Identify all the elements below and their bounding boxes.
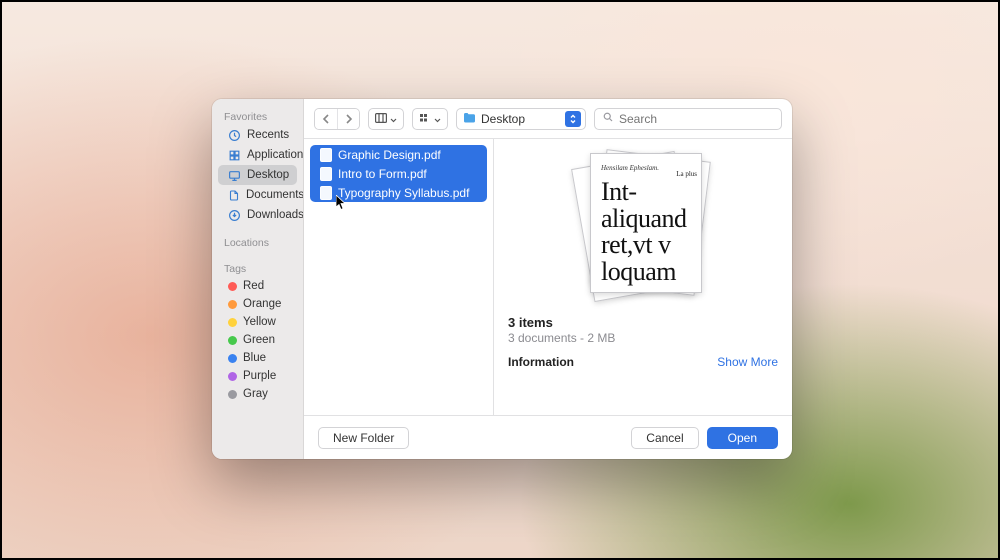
location-popup[interactable]: Desktop: [456, 108, 586, 130]
sidebar-item-downloads[interactable]: Downloads: [218, 205, 297, 225]
info-block: 3 items 3 documents - 2 MB Information S…: [508, 315, 778, 369]
file-icon: [320, 148, 332, 162]
location-stepper-icon: [565, 111, 581, 127]
preview-text: ret,vt v: [601, 233, 701, 258]
chevron-down-icon: [390, 110, 397, 128]
chevron-down-icon: [434, 110, 441, 128]
file-row[interactable]: Typography Syllabus.pdf: [310, 183, 487, 202]
preview-text: aliquand: [601, 207, 701, 232]
show-more-link[interactable]: Show More: [717, 355, 778, 369]
sidebar-item-label: Desktop: [247, 169, 289, 181]
sidebar-tag-blue[interactable]: Blue: [218, 349, 297, 367]
sidebar-tag-yellow[interactable]: Yellow: [218, 313, 297, 331]
sidebar-tag-red[interactable]: Red: [218, 277, 297, 295]
columns-icon: [375, 110, 387, 128]
preview-thumbnail: Hensilam Epheslam. La plus Int- aliquand…: [568, 153, 718, 303]
sidebar-locations-header: Locations: [212, 233, 303, 251]
main-panel: Desktop Graphic Design.pdf: [304, 99, 792, 459]
search-field[interactable]: [594, 108, 782, 130]
nav-back-button[interactable]: [315, 109, 337, 129]
tag-dot-icon: [228, 336, 237, 345]
doc-icon: [228, 188, 240, 202]
sidebar-item-documents[interactable]: Documents: [218, 185, 297, 205]
sidebar-tag-gray[interactable]: Gray: [218, 385, 297, 403]
location-label: Desktop: [481, 112, 525, 126]
grid-icon: [419, 110, 431, 128]
open-file-dialog: Favorites Recents Applications Desktop D…: [212, 99, 792, 459]
sidebar: Favorites Recents Applications Desktop D…: [212, 99, 304, 459]
tag-dot-icon: [228, 354, 237, 363]
cancel-button[interactable]: Cancel: [631, 427, 698, 449]
file-name: Graphic Design.pdf: [338, 148, 441, 162]
cursor-icon: [336, 195, 347, 213]
preview-text: loquam: [601, 260, 701, 285]
tag-dot-icon: [228, 372, 237, 381]
file-row[interactable]: Intro to Form.pdf: [310, 164, 487, 183]
search-icon: [602, 110, 614, 128]
sidebar-item-label: Purple: [243, 370, 276, 382]
dialog-footer: New Folder Cancel Open: [304, 415, 792, 459]
download-icon: [228, 208, 241, 222]
folder-icon: [463, 112, 476, 126]
sidebar-item-label: Gray: [243, 388, 268, 400]
sidebar-tag-orange[interactable]: Orange: [218, 295, 297, 313]
clock-icon: [228, 128, 241, 142]
file-row[interactable]: Graphic Design.pdf: [310, 145, 487, 164]
preview-text: Int-: [601, 180, 701, 205]
group-by-button[interactable]: [412, 108, 448, 130]
sidebar-item-label: Orange: [243, 298, 281, 310]
search-input[interactable]: [619, 112, 774, 126]
sidebar-item-label: Documents: [246, 189, 304, 201]
nav-forward-button[interactable]: [337, 109, 359, 129]
sidebar-item-label: Yellow: [243, 316, 276, 328]
sidebar-tag-purple[interactable]: Purple: [218, 367, 297, 385]
new-folder-button[interactable]: New Folder: [318, 427, 409, 449]
file-name: Typography Syllabus.pdf: [338, 186, 469, 200]
info-title: 3 items: [508, 315, 778, 330]
toolbar: Desktop: [304, 99, 792, 139]
file-icon: [320, 186, 332, 200]
preview-column: Hensilam Epheslam. La plus Int- aliquand…: [494, 139, 792, 415]
sidebar-item-recents[interactable]: Recents: [218, 125, 297, 145]
info-subtitle: 3 documents - 2 MB: [508, 331, 778, 345]
view-columns-button[interactable]: [368, 108, 404, 130]
sidebar-item-label: Green: [243, 334, 275, 346]
tag-dot-icon: [228, 390, 237, 399]
open-button[interactable]: Open: [707, 427, 778, 449]
sidebar-tag-green[interactable]: Green: [218, 331, 297, 349]
sidebar-item-label: Recents: [247, 129, 289, 141]
sidebar-item-applications[interactable]: Applications: [218, 145, 297, 165]
sidebar-tags-header: Tags: [212, 259, 303, 277]
tag-dot-icon: [228, 300, 237, 309]
nav-back-forward: [314, 108, 360, 130]
sidebar-item-label: Downloads: [247, 209, 304, 221]
apps-icon: [228, 148, 241, 162]
file-icon: [320, 167, 332, 181]
info-section-label: Information: [508, 355, 717, 369]
tag-dot-icon: [228, 282, 237, 291]
sidebar-favorites-header: Favorites: [212, 107, 303, 125]
file-column: Graphic Design.pdf Intro to Form.pdf Typ…: [304, 139, 494, 415]
desktop-icon: [228, 168, 241, 182]
sidebar-item-label: Applications: [247, 149, 304, 161]
file-name: Intro to Form.pdf: [338, 167, 427, 181]
sidebar-item-label: Blue: [243, 352, 266, 364]
sidebar-item-desktop[interactable]: Desktop: [218, 165, 297, 185]
content-area: Graphic Design.pdf Intro to Form.pdf Typ…: [304, 139, 792, 415]
sidebar-item-label: Red: [243, 280, 264, 292]
tag-dot-icon: [228, 318, 237, 327]
